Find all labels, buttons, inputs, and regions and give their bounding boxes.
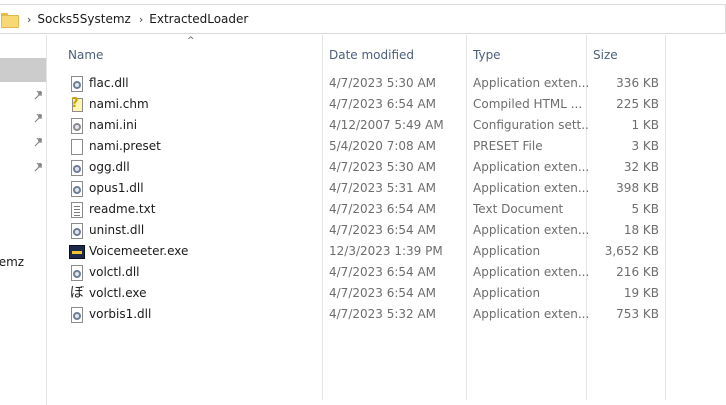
file-date-modified: 4/7/2023 5:31 AM	[329, 181, 437, 195]
voicemeeter-app-icon	[69, 244, 85, 260]
dll-icon	[69, 223, 85, 239]
file-type: Application exten...	[473, 181, 589, 195]
file-rows: flac.dll 4/7/2023 5:30 AM Application ex…	[48, 73, 726, 325]
dll-icon	[69, 160, 85, 176]
file-name[interactable]: volctl.dll	[89, 262, 319, 283]
nav-item-pinned[interactable]: s	[0, 130, 46, 154]
nav-item-pinned[interactable]	[0, 155, 46, 179]
dll-icon	[69, 76, 85, 92]
dll-icon	[69, 265, 85, 281]
file-date-modified: 4/7/2023 5:30 AM	[329, 160, 437, 174]
file-type: Application exten...	[473, 307, 589, 321]
pin-icon[interactable]	[34, 90, 44, 100]
ini-config-icon	[69, 118, 85, 134]
file-row[interactable]: nami.preset 5/4/2020 7:08 AM PRESET File…	[48, 136, 726, 157]
column-header-date-modified[interactable]: Date modified	[323, 43, 465, 67]
file-type: Application exten...	[473, 223, 589, 237]
file-size: 753 KB	[616, 307, 659, 321]
file-type: Application	[473, 244, 541, 258]
file-name[interactable]: uninst.dll	[89, 220, 319, 241]
file-name[interactable]: flac.dll	[89, 73, 319, 94]
file-size: 3 KB	[631, 139, 659, 153]
file-date-modified: 4/7/2023 6:54 AM	[329, 265, 437, 279]
file-date-modified: 4/7/2023 5:30 AM	[329, 76, 437, 90]
pin-icon[interactable]	[34, 113, 44, 123]
file-size: 3,652 KB	[604, 244, 659, 258]
breadcrumb-separator-icon[interactable]: ›	[27, 13, 31, 26]
file-date-modified: 4/12/2007 5:49 AM	[329, 118, 444, 132]
file-name[interactable]: vorbis1.dll	[89, 304, 319, 325]
file-date-modified: 12/3/2023 1:39 PM	[329, 244, 443, 258]
file-type: Application exten...	[473, 160, 589, 174]
file-date-modified: 4/7/2023 5:32 AM	[329, 307, 437, 321]
file-type: Application	[473, 286, 541, 300]
file-row[interactable]: vorbis1.dll 4/7/2023 5:32 AM Application…	[48, 304, 726, 325]
blank-file-icon	[69, 139, 85, 155]
dll-icon	[69, 307, 85, 323]
file-row[interactable]: flac.dll 4/7/2023 5:30 AM Application ex…	[48, 73, 726, 94]
file-list: ^ Name Date modified Type Size flac.dll …	[48, 35, 726, 405]
file-row[interactable]: uninst.dll 4/7/2023 6:54 AM Application …	[48, 220, 726, 241]
file-size: 1 KB	[631, 118, 659, 132]
file-type: Text Document	[473, 202, 564, 216]
column-header-type[interactable]: Type	[467, 43, 585, 67]
file-type: Compiled HTML ...	[473, 97, 583, 111]
nav-item-pinned[interactable]: s	[0, 106, 46, 130]
file-name[interactable]: ogg.dll	[89, 157, 319, 178]
pin-icon[interactable]	[34, 137, 44, 147]
file-row[interactable]: readme.txt 4/7/2023 6:54 AM Text Documen…	[48, 199, 726, 220]
address-bar[interactable]: › Socks5Systemz › ExtractedLoader	[0, 4, 726, 34]
file-date-modified: 4/7/2023 6:54 AM	[329, 202, 437, 216]
breadcrumb-socks5systemz[interactable]: Socks5Systemz	[37, 10, 130, 28]
file-size: 5 KB	[631, 202, 659, 216]
file-row[interactable]: ogg.dll 4/7/2023 5:30 AM Application ext…	[48, 157, 726, 178]
file-name[interactable]: readme.txt	[89, 199, 319, 220]
file-type: PRESET File	[473, 139, 543, 153]
chm-help-icon: ?	[69, 97, 85, 113]
nav-item-label: temz	[0, 255, 25, 269]
file-row[interactable]: ? nami.chm 4/7/2023 6:54 AM Compiled HTM…	[48, 94, 726, 115]
file-explorer-window: › Socks5Systemz › ExtractedLoader s s s …	[0, 0, 726, 405]
file-size: 19 KB	[623, 286, 659, 300]
file-row[interactable]: volctl.dll 4/7/2023 6:54 AM Application …	[48, 262, 726, 283]
nav-item-pinned[interactable]	[0, 83, 46, 107]
breadcrumb-extractedloader[interactable]: ExtractedLoader	[149, 10, 248, 28]
volctl-glyph: ぼ	[70, 286, 84, 301]
column-headers: Name Date modified Type Size	[48, 43, 726, 67]
file-size: 18 KB	[623, 223, 659, 237]
file-size: 225 KB	[616, 97, 659, 111]
file-name[interactable]: volctl.exe	[89, 283, 319, 304]
file-name[interactable]: Voicemeeter.exe	[89, 241, 319, 262]
breadcrumb-separator-icon[interactable]: ›	[139, 13, 143, 26]
file-row[interactable]: ぼ volctl.exe 4/7/2023 6:54 AM Applicatio…	[48, 283, 726, 304]
file-row[interactable]: nami.ini 4/12/2007 5:49 AM Configuration…	[48, 115, 726, 136]
file-type: Application exten...	[473, 76, 589, 90]
pin-icon[interactable]	[34, 162, 44, 172]
column-header-size[interactable]: Size	[587, 43, 663, 67]
file-date-modified: 4/7/2023 6:54 AM	[329, 97, 437, 111]
file-name[interactable]: nami.chm	[89, 94, 319, 115]
text-file-icon	[69, 202, 85, 218]
file-size: 216 KB	[616, 265, 659, 279]
file-size: 398 KB	[616, 181, 659, 195]
dll-icon	[69, 181, 85, 197]
file-size: 336 KB	[616, 76, 659, 90]
file-date-modified: 5/4/2020 7:08 AM	[329, 139, 437, 153]
volctl-app-icon: ぼ	[69, 286, 85, 302]
folder-icon	[1, 12, 19, 28]
file-name[interactable]: nami.ini	[89, 115, 319, 136]
column-header-name[interactable]: Name	[62, 43, 322, 67]
navigation-pane: s s s temz	[0, 35, 47, 405]
file-type: Configuration sett...	[473, 118, 589, 132]
file-date-modified: 4/7/2023 6:54 AM	[329, 286, 437, 300]
file-row[interactable]: Voicemeeter.exe 12/3/2023 1:39 PM Applic…	[48, 241, 726, 262]
file-name[interactable]: opus1.dll	[89, 178, 319, 199]
file-type: Application exten...	[473, 265, 589, 279]
file-date-modified: 4/7/2023 6:54 AM	[329, 223, 437, 237]
nav-item-quick-access-selected[interactable]: s	[0, 58, 46, 82]
nav-item-socks5systemz[interactable]: temz	[0, 250, 46, 274]
file-name[interactable]: nami.preset	[89, 136, 319, 157]
file-row[interactable]: opus1.dll 4/7/2023 5:31 AM Application e…	[48, 178, 726, 199]
file-size: 32 KB	[623, 160, 659, 174]
